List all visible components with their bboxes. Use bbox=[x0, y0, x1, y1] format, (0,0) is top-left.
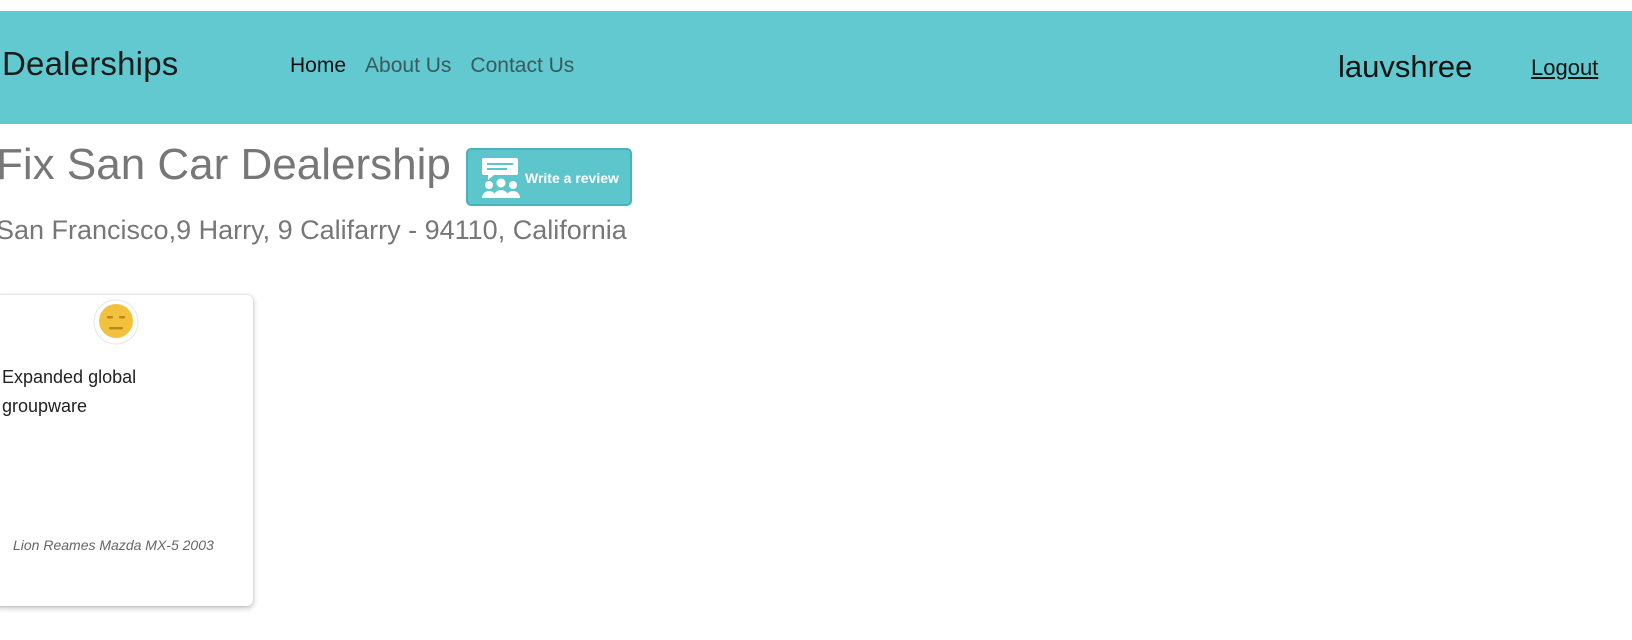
navbar: Dealerships Home About Us Contact Us lau… bbox=[0, 11, 1632, 124]
nav-link-home[interactable]: Home bbox=[290, 54, 346, 78]
write-review-label: Write a review bbox=[525, 170, 619, 186]
username: lauvshree bbox=[1338, 49, 1473, 84]
review-card: Expanded global groupware Lion Reames Ma… bbox=[0, 295, 253, 606]
review-people-icon bbox=[482, 158, 520, 198]
dealer-name: Fix San Car Dealership bbox=[0, 140, 451, 189]
logout-link[interactable]: Logout bbox=[1531, 55, 1598, 81]
nav-link-about-us[interactable]: About Us bbox=[365, 54, 451, 78]
brand-title[interactable]: Dealerships bbox=[2, 45, 178, 83]
neutral-face-icon bbox=[93, 299, 139, 345]
write-review-button[interactable]: Write a review bbox=[466, 148, 632, 206]
review-text: Expanded global groupware bbox=[2, 367, 137, 416]
nav-links: Home About Us Contact Us bbox=[290, 54, 593, 78]
dealer-address: San Francisco,9 Harry, 9 Califarry - 941… bbox=[0, 215, 627, 245]
review-car: Lion Reames Mazda MX-5 2003 bbox=[13, 537, 214, 553]
nav-link-contact-us[interactable]: Contact Us bbox=[470, 54, 574, 78]
